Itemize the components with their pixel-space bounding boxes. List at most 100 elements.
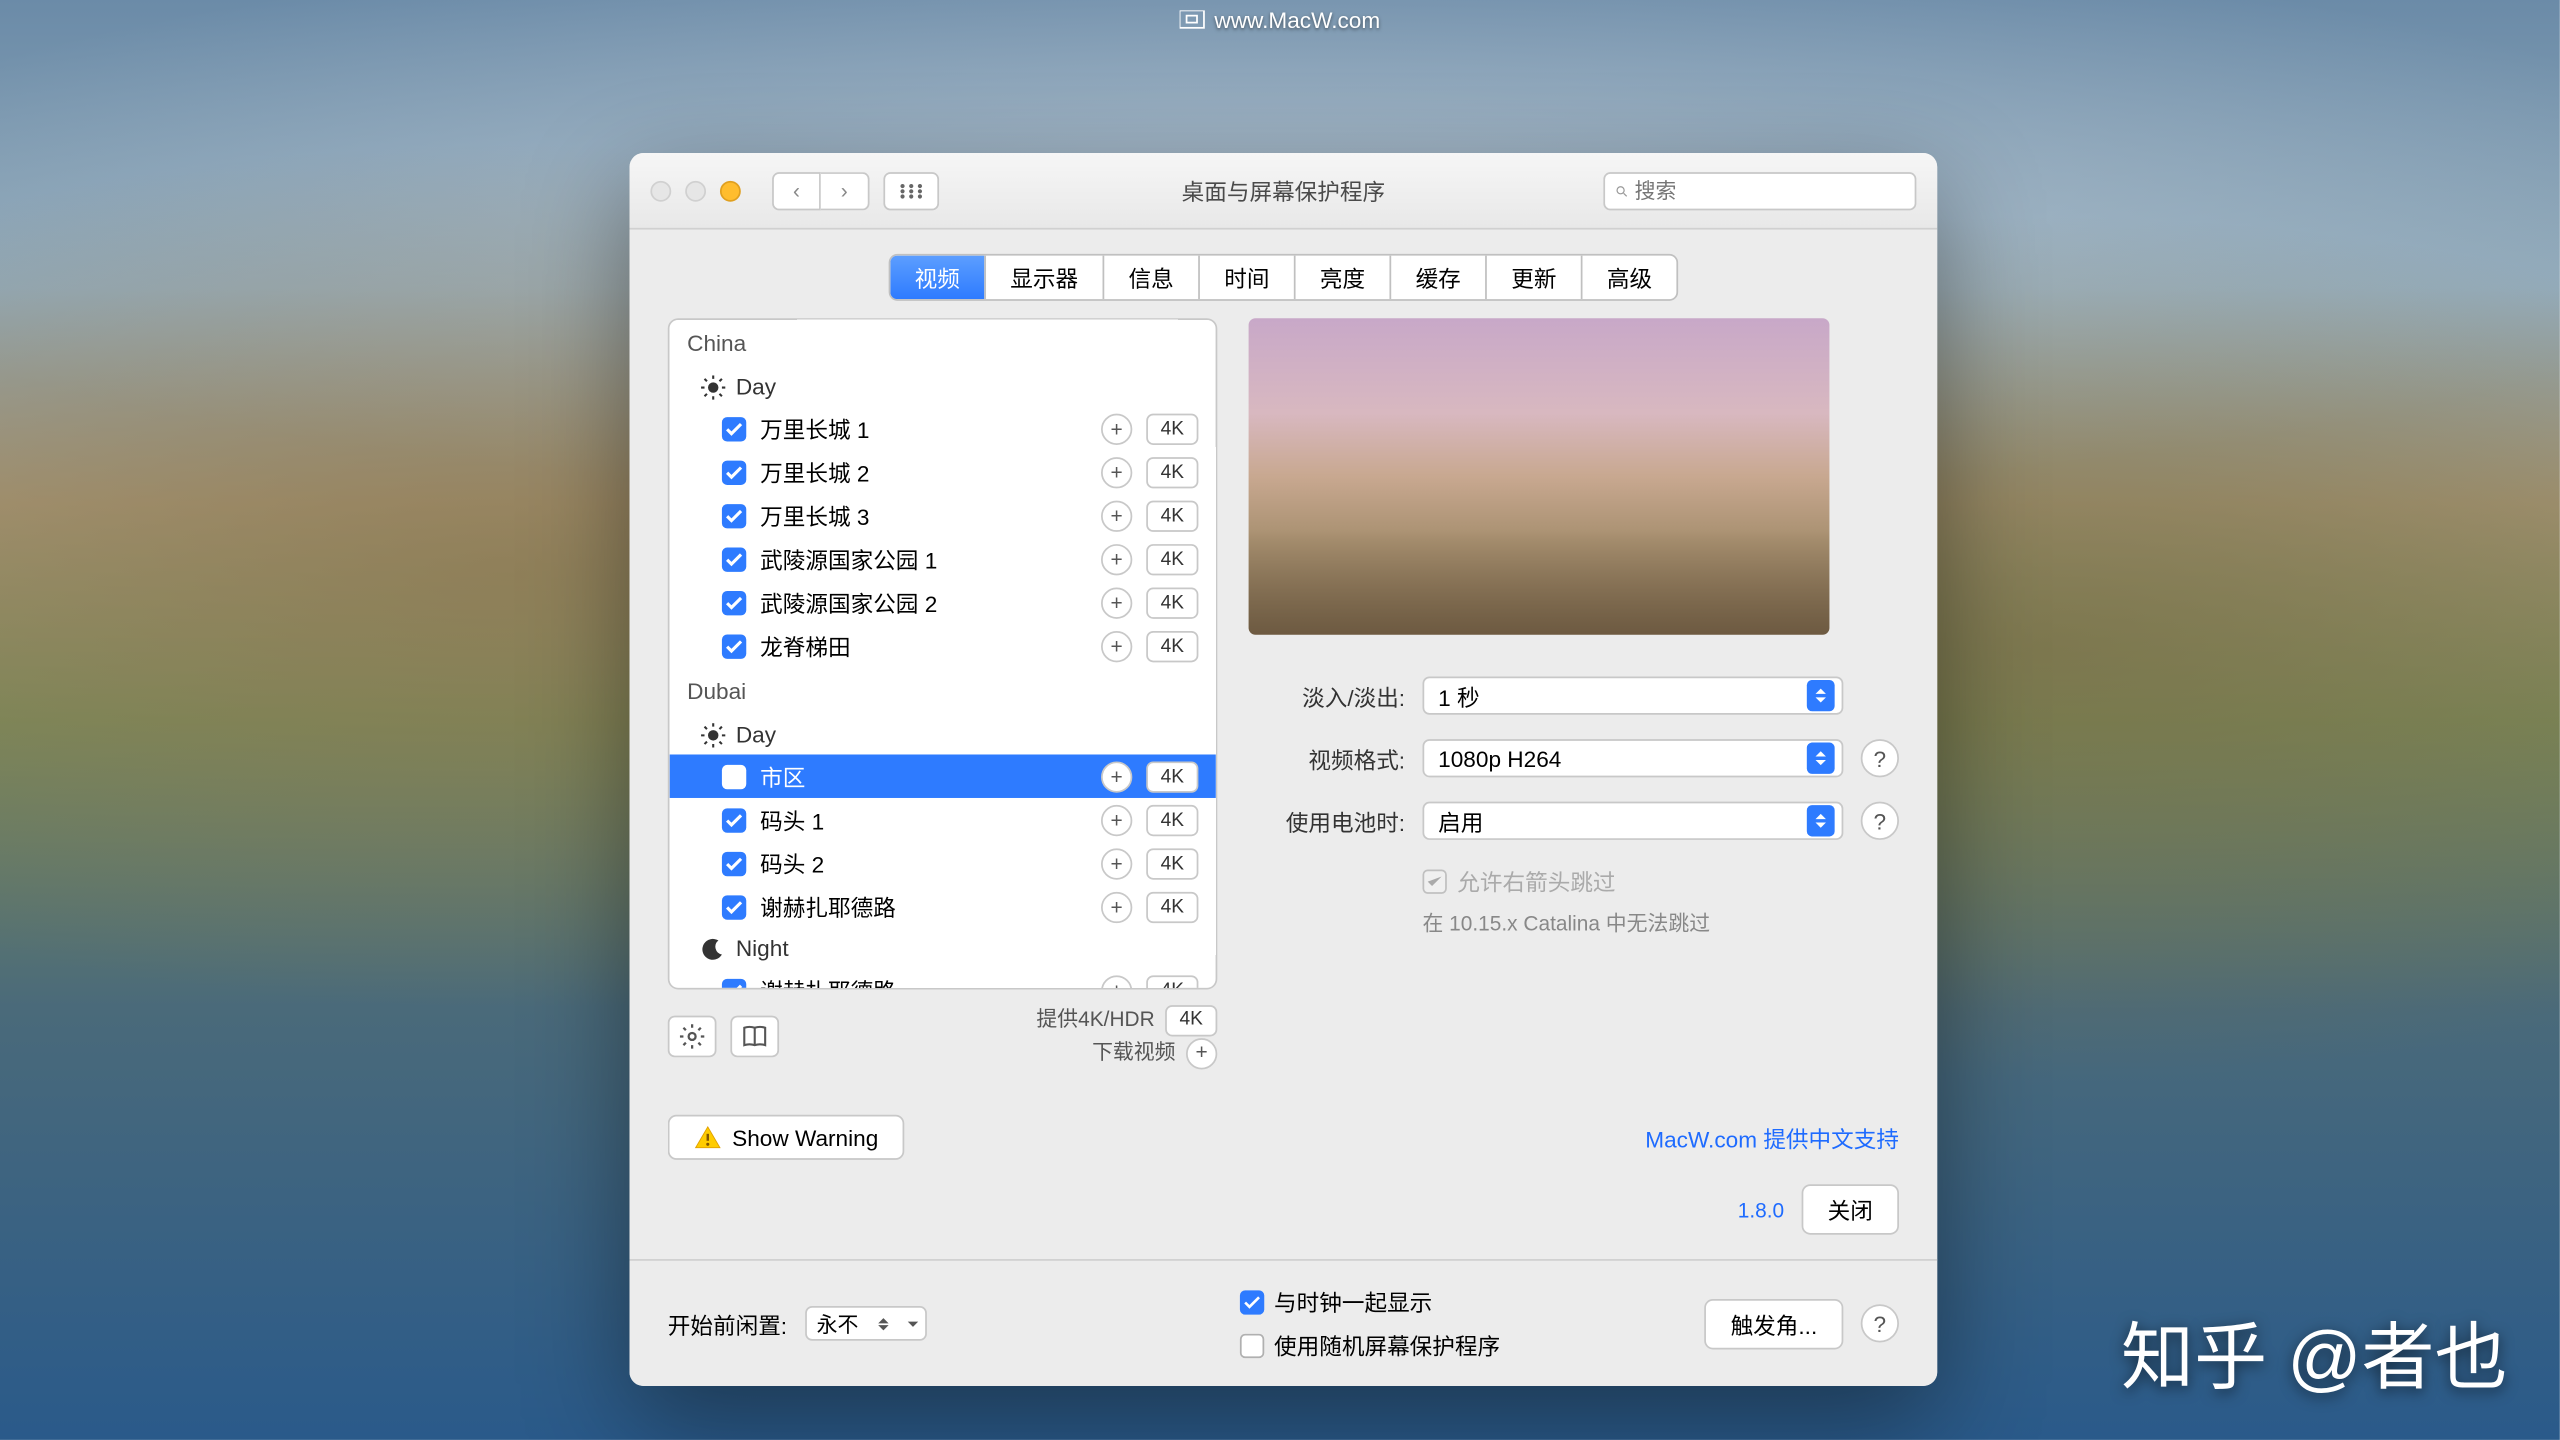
item-checkbox[interactable] — [722, 978, 746, 989]
format-label: 视频格式: — [1249, 742, 1406, 775]
list-item[interactable]: 码头 2+4K — [670, 842, 1216, 885]
item-checkbox[interactable] — [722, 590, 746, 614]
item-label: 码头 1 — [760, 803, 1087, 836]
show-warning-button[interactable]: Show Warning — [668, 1115, 905, 1160]
list-item[interactable]: 谢赫扎耶德路+4K — [670, 969, 1216, 990]
tab-6[interactable]: 更新 — [1487, 256, 1583, 299]
item-label: 龙脊梯田 — [760, 630, 1087, 663]
item-add-button[interactable]: + — [1101, 543, 1132, 574]
list-item[interactable]: 万里长城 1+4K — [670, 407, 1216, 450]
item-add-button[interactable]: + — [1101, 587, 1132, 618]
item-label: 武陵源国家公园 2 — [760, 586, 1087, 619]
item-checkbox[interactable] — [722, 503, 746, 527]
tab-2[interactable]: 信息 — [1104, 256, 1200, 299]
item-label: 市区 — [760, 760, 1087, 793]
settings-gear-button[interactable] — [668, 1016, 717, 1058]
video-list[interactable]: ChinaDay万里长城 1+4K万里长城 2+4K万里长城 3+4K武陵源国家… — [668, 318, 1218, 989]
tab-5[interactable]: 缓存 — [1391, 256, 1487, 299]
list-item[interactable]: 市区+4K — [670, 755, 1216, 798]
item-badge: 4K — [1146, 500, 1198, 531]
tab-bar: 视频显示器信息时间亮度缓存更新高级 — [630, 230, 1938, 319]
tab-1[interactable]: 显示器 — [986, 256, 1104, 299]
clock-checkbox[interactable] — [1239, 1290, 1263, 1314]
list-item[interactable]: 武陵源国家公园 2+4K — [670, 581, 1216, 624]
list-item[interactable]: 龙脊梯田 +4K — [670, 624, 1216, 667]
battery-help-button[interactable]: ? — [1861, 802, 1899, 840]
item-badge: 4K — [1146, 630, 1198, 661]
tab-3[interactable]: 时间 — [1200, 256, 1296, 299]
item-add-button[interactable]: + — [1101, 413, 1132, 444]
tab-0[interactable]: 视频 — [890, 256, 986, 299]
support-link[interactable]: MacW.com 提供中文支持 — [1645, 1121, 1899, 1154]
show-all-button[interactable] — [883, 171, 939, 209]
search-field[interactable] — [1603, 171, 1916, 209]
nav-buttons: ‹ › — [772, 171, 869, 209]
item-badge: 4K — [1146, 543, 1198, 574]
warning-icon — [694, 1124, 722, 1152]
list-section-header: China — [670, 320, 1216, 367]
item-checkbox[interactable] — [722, 460, 746, 484]
item-label: 武陵源国家公园 1 — [760, 543, 1087, 576]
item-checkbox[interactable] — [722, 895, 746, 919]
close-button[interactable]: 关闭 — [1802, 1185, 1899, 1235]
item-checkbox[interactable] — [722, 764, 746, 788]
idle-select[interactable]: 永不 — [805, 1307, 927, 1342]
item-label: 万里长城 3 — [760, 499, 1087, 532]
list-item[interactable]: 万里长城 3 +4K — [670, 494, 1216, 537]
random-checkbox[interactable] — [1239, 1334, 1263, 1358]
item-label: 谢赫扎耶德路 — [760, 974, 1087, 990]
format-help-button[interactable]: ? — [1861, 739, 1899, 777]
tab-4[interactable]: 亮度 — [1296, 256, 1392, 299]
close-traffic-light[interactable] — [650, 180, 671, 201]
traffic-lights — [650, 180, 740, 201]
watermark-bottom-right: 知乎 @者也 — [2121, 1299, 2508, 1405]
item-label: 谢赫扎耶德路 — [760, 890, 1087, 923]
item-add-button[interactable]: + — [1101, 891, 1132, 922]
random-label: 使用随机屏幕保护程序 — [1274, 1329, 1500, 1362]
item-badge: 4K — [1146, 848, 1198, 879]
search-icon — [1616, 180, 1628, 201]
book-icon — [741, 1023, 769, 1051]
item-label: 万里长城 2 — [760, 456, 1087, 489]
list-item[interactable]: 码头 1 +4K — [670, 798, 1216, 841]
skip-note: 在 10.15.x Catalina 中无法跳过 — [1423, 908, 1899, 938]
preferences-window: ‹ › 桌面与屏幕保护程序 视频显示器信息时间亮度缓存更新高级 China Day… — [630, 153, 1938, 1387]
item-add-button[interactable]: + — [1101, 848, 1132, 879]
list-subsection: Day — [670, 715, 1216, 755]
download-plus-button[interactable]: + — [1186, 1038, 1217, 1069]
item-checkbox[interactable] — [722, 851, 746, 875]
version-label: 1.8.0 — [1738, 1198, 1784, 1222]
minimize-traffic-light[interactable] — [685, 180, 706, 201]
list-item[interactable]: 万里长城 2+4K — [670, 450, 1216, 493]
format-select[interactable]: 1080p H264 — [1423, 739, 1844, 777]
chevron-updown-icon — [1807, 680, 1835, 711]
fade-select[interactable]: 1 秒 — [1423, 676, 1844, 714]
battery-label: 使用电池时: — [1249, 804, 1406, 837]
back-button[interactable]: ‹ — [772, 171, 821, 209]
item-checkbox[interactable] — [722, 416, 746, 440]
item-add-button[interactable]: + — [1101, 456, 1132, 487]
item-add-button[interactable]: + — [1101, 761, 1132, 792]
item-add-button[interactable]: + — [1101, 804, 1132, 835]
tab-7[interactable]: 高级 — [1583, 256, 1677, 299]
forward-button[interactable]: › — [821, 171, 870, 209]
item-add-button[interactable]: + — [1101, 975, 1132, 990]
item-checkbox[interactable] — [722, 808, 746, 832]
bottom-help-button[interactable]: ? — [1861, 1305, 1899, 1343]
search-input[interactable] — [1635, 178, 1905, 202]
item-badge: 4K — [1146, 804, 1198, 835]
list-item[interactable]: 武陵源国家公园 1 +4K — [670, 537, 1216, 580]
item-checkbox[interactable] — [722, 547, 746, 571]
list-item[interactable]: 谢赫扎耶德路+4K — [670, 885, 1216, 928]
skip-checkbox — [1423, 869, 1447, 893]
item-add-button[interactable]: + — [1101, 630, 1132, 661]
titlebar: ‹ › 桌面与屏幕保护程序 — [630, 153, 1938, 230]
zoom-traffic-light[interactable] — [720, 180, 741, 201]
item-add-button[interactable]: + — [1101, 500, 1132, 531]
item-checkbox[interactable] — [722, 634, 746, 658]
battery-select[interactable]: 启用 — [1423, 802, 1844, 840]
hot-corners-button[interactable]: 触发角... — [1704, 1299, 1843, 1349]
book-button[interactable] — [730, 1016, 779, 1058]
idle-label: 开始前闲置: — [668, 1308, 787, 1341]
watermark-top: www.MacW.com — [1180, 7, 1381, 33]
